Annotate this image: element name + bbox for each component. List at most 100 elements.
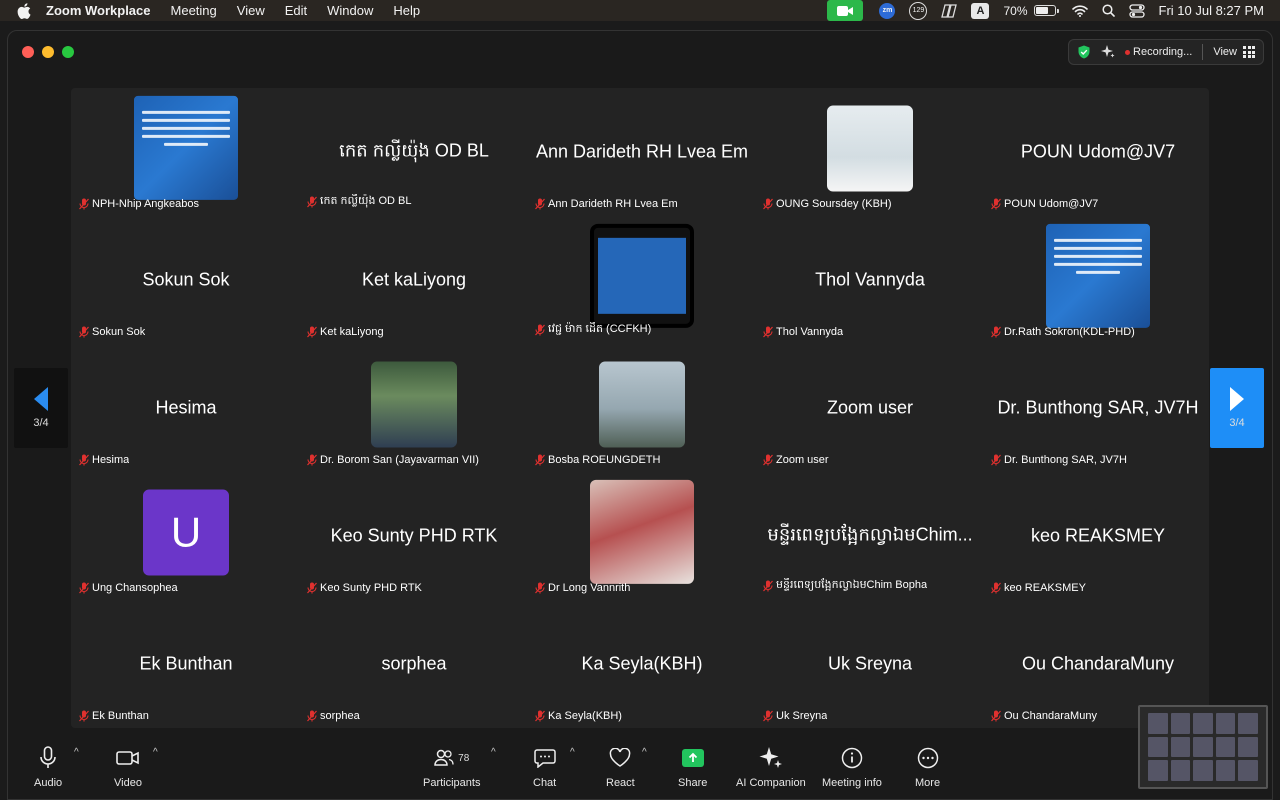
recording-dot-icon — [1125, 49, 1131, 55]
fullscreen-window-button[interactable] — [62, 46, 74, 58]
meeting-info-button[interactable]: Meeting info — [822, 745, 882, 789]
view-button[interactable]: View — [1213, 46, 1237, 58]
zoom-menu-icon[interactable]: zm — [879, 2, 896, 19]
menu-window[interactable]: Window — [327, 3, 373, 18]
wifi-icon[interactable] — [1071, 2, 1088, 20]
participant-tile[interactable]: កេត កល្លីយ៉ុង OD BL កេត កល្លីយ៉ុង OD BL — [301, 88, 527, 216]
participants-options-caret-icon[interactable]: ^ — [491, 747, 496, 758]
participant-tile[interactable]: Ann Darideth RH Lvea Em Ann Darideth RH L… — [529, 88, 755, 216]
previous-page-button[interactable]: 3/4 — [14, 368, 68, 448]
battery-icon[interactable] — [1033, 5, 1059, 16]
camera-status-icon[interactable] — [827, 0, 864, 21]
video-label: Video — [114, 777, 142, 789]
participant-name: Ann Darideth RH Lvea Em — [548, 198, 678, 210]
input-source-icon[interactable]: A — [971, 2, 990, 19]
menubar-clock[interactable]: Fri 10 Jul 8:27 PM — [1159, 3, 1265, 18]
gallery-grid-icon[interactable] — [1243, 46, 1255, 58]
participant-display-name: Uk Sreyna — [827, 653, 913, 674]
participant-name: Hesima — [92, 454, 130, 466]
muted-microphone-icon — [307, 710, 317, 722]
participant-tile[interactable]: វេជ្ជ ម៉ាក ដេីត (CCFKH) — [529, 216, 755, 344]
avatar-photo — [371, 361, 457, 448]
participant-tile[interactable]: Uk Sreyna Uk Sreyna — [757, 600, 983, 728]
react-button[interactable]: React — [606, 745, 635, 789]
audio-button[interactable]: Audio — [34, 745, 62, 789]
window-titlebar[interactable]: Recording... View — [8, 31, 1272, 73]
muted-microphone-icon — [79, 582, 89, 594]
chat-button[interactable]: Chat — [533, 745, 556, 789]
participants-icon: 78 — [434, 745, 469, 771]
video-button[interactable]: Video — [114, 745, 142, 789]
participant-tile[interactable]: Ka Seyla(KBH) Ka Seyla(KBH) — [529, 600, 755, 728]
participant-name-label: Thol Vannyda — [763, 326, 843, 338]
participant-tile[interactable]: មន្ទីរពេទ្យបង្អែកល្វាឯមChim... មន្ទីរពេទ្… — [757, 472, 983, 600]
security-shield-icon[interactable] — [1077, 45, 1091, 59]
app-name-menu[interactable]: Zoom Workplace — [46, 3, 151, 18]
participants-button[interactable]: 78 Participants — [423, 745, 480, 789]
avatar-photo — [590, 479, 694, 584]
more-label: More — [915, 777, 941, 789]
menu-meeting[interactable]: Meeting — [171, 3, 217, 18]
apple-icon[interactable] — [16, 2, 32, 19]
copilot-icon[interactable] — [941, 2, 958, 20]
participant-tile[interactable]: Ek Bunthan Ek Bunthan — [73, 600, 299, 728]
participant-name-label: Dr. Bunthong SAR, JV7H — [991, 454, 1127, 466]
participant-name-label: Ket kaLiyong — [307, 326, 384, 338]
muted-microphone-icon — [79, 326, 89, 338]
menu-view[interactable]: View — [237, 3, 265, 18]
participant-tile[interactable]: Hesima Hesima — [73, 344, 299, 472]
notification-badge-icon[interactable]: 129 — [909, 1, 928, 20]
avatar-initial: U — [143, 489, 229, 576]
react-options-caret-icon[interactable]: ^ — [642, 747, 647, 758]
participant-tile[interactable]: Dr. Bunthong SAR, JV7H Dr. Bunthong SAR, … — [985, 344, 1211, 472]
participant-tile[interactable]: NPH-Nhip Angkeabos — [73, 88, 299, 216]
muted-microphone-icon — [535, 198, 545, 210]
participant-name: Dr.Rath Sokron(KDL-PHD) — [1004, 326, 1135, 338]
recording-label[interactable]: Recording... — [1133, 46, 1192, 58]
menu-help[interactable]: Help — [393, 3, 420, 18]
participant-name-label: Dr. Borom San (Jayavarman VII) — [307, 454, 479, 466]
participant-tile[interactable]: Dr. Borom San (Jayavarman VII) — [301, 344, 527, 472]
participant-tile[interactable]: Sokun Sok Sokun Sok — [73, 216, 299, 344]
ai-sparkle-icon[interactable] — [1101, 45, 1115, 59]
participant-tile[interactable]: Bosba ROEUNGDETH — [529, 344, 755, 472]
participant-display-name: Hesima — [155, 397, 217, 418]
participant-display-name: Ket kaLiyong — [361, 269, 467, 290]
audio-label: Audio — [34, 777, 63, 789]
participant-tile[interactable]: OUNG Soursdey (KBH) — [757, 88, 983, 216]
participant-name: Ou ChandaraMuny — [1004, 710, 1097, 722]
participant-tile[interactable]: Dr Long Vannrith — [529, 472, 755, 600]
participants-count: 78 — [458, 752, 470, 764]
participant-tile[interactable]: keo REAKSMEY keo REAKSMEY — [985, 472, 1211, 600]
participant-tile[interactable]: Dr.Rath Sokron(KDL-PHD) — [985, 216, 1211, 344]
share-button[interactable]: Share — [678, 745, 707, 789]
video-options-caret-icon[interactable]: ^ — [153, 747, 158, 758]
muted-microphone-icon — [991, 326, 1001, 338]
muted-microphone-icon — [991, 582, 1001, 594]
participant-name: Thol Vannyda — [776, 326, 844, 338]
participant-tile[interactable]: Thol Vannyda Thol Vannyda — [757, 216, 983, 344]
minimize-window-button[interactable] — [42, 46, 54, 58]
more-button[interactable]: More — [915, 745, 940, 789]
control-center-icon[interactable] — [1128, 2, 1145, 20]
participant-tile[interactable]: sorphea sorphea — [301, 600, 527, 728]
muted-microphone-icon — [79, 454, 89, 466]
participant-tile[interactable]: POUN Udom@JV7 POUN Udom@JV7 — [985, 88, 1211, 216]
participant-display-name: Ka Seyla(KBH) — [581, 653, 703, 674]
muted-microphone-icon — [535, 324, 545, 336]
participant-tile[interactable]: U Ung Chansophea — [73, 472, 299, 600]
close-window-button[interactable] — [22, 46, 34, 58]
participant-tile[interactable]: Keo Sunty PHD RTK Keo Sunty PHD RTK — [301, 472, 527, 600]
participant-display-name: sorphea — [381, 653, 447, 674]
spotlight-search-icon[interactable] — [1101, 2, 1115, 20]
participant-tile[interactable]: Zoom user Zoom user — [757, 344, 983, 472]
next-page-button[interactable]: 3/4 — [1210, 368, 1264, 448]
chat-options-caret-icon[interactable]: ^ — [570, 747, 575, 758]
ai-companion-button[interactable]: AI Companion — [736, 745, 806, 789]
audio-options-caret-icon[interactable]: ^ — [74, 747, 79, 758]
participant-name: sorphea — [320, 710, 360, 722]
menu-edit[interactable]: Edit — [285, 3, 307, 18]
participant-name: Dr Long Vannrith — [548, 582, 631, 594]
muted-microphone-icon — [763, 326, 773, 338]
participant-tile[interactable]: Ket kaLiyong Ket kaLiyong — [301, 216, 527, 344]
